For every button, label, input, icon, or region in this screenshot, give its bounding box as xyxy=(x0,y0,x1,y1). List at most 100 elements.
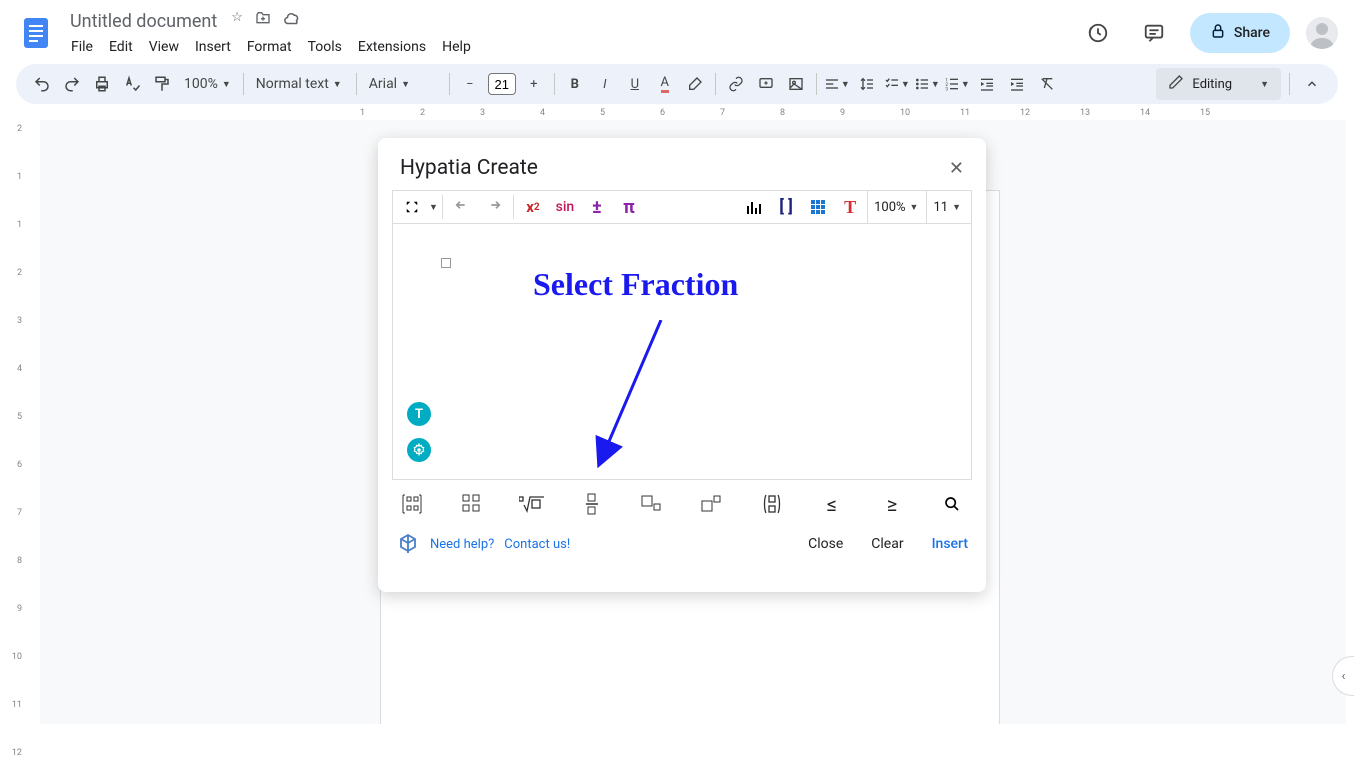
separator xyxy=(554,73,555,95)
add-comment-icon[interactable] xyxy=(752,70,780,98)
text-color-icon[interactable]: A xyxy=(651,70,679,98)
brackets-button[interactable]: [ ] xyxy=(771,193,801,221)
align-icon[interactable]: ▼ xyxy=(823,70,851,98)
help-link[interactable]: Need help? xyxy=(430,537,494,552)
search-icon[interactable] xyxy=(936,492,968,516)
dialog-footer: Need help? Contact us! Close Clear Inser… xyxy=(378,522,986,570)
separator xyxy=(449,73,450,95)
style-dropdown[interactable]: Normal text▼ xyxy=(250,70,350,98)
binomial-button[interactable] xyxy=(756,492,788,516)
font-dropdown[interactable]: Arial▼ xyxy=(363,70,443,98)
print-icon[interactable] xyxy=(88,70,116,98)
menu-edit[interactable]: Edit xyxy=(102,35,140,59)
dialog-zoom-dropdown[interactable]: 100%▼ xyxy=(867,191,924,223)
history-icon[interactable] xyxy=(1078,13,1118,53)
math-palette: ≤ ≥ xyxy=(378,480,986,522)
undo-icon[interactable] xyxy=(28,70,56,98)
separator xyxy=(442,195,443,219)
star-icon[interactable]: ☆ xyxy=(231,10,243,32)
clear-button[interactable]: Clear xyxy=(871,536,903,552)
zoom-dropdown[interactable]: 100%▼ xyxy=(178,70,237,98)
equation-canvas[interactable]: T Select Fraction xyxy=(392,224,972,480)
menu-view[interactable]: View xyxy=(142,35,186,59)
app-header: Untitled document ☆ File Edit View Inser… xyxy=(0,0,1354,60)
dialog-fontsize-dropdown[interactable]: 11▼ xyxy=(926,191,967,223)
line-spacing-icon[interactable] xyxy=(853,70,881,98)
hypatia-dialog: Hypatia Create ✕ ▼ x2 sin ± π [ ] T 100%… xyxy=(378,138,986,592)
fraction-button[interactable] xyxy=(576,492,608,516)
leq-button[interactable]: ≤ xyxy=(816,492,848,516)
collapse-icon[interactable] xyxy=(1298,70,1326,98)
undo-icon[interactable] xyxy=(447,193,477,221)
decrease-font-icon[interactable]: − xyxy=(456,70,484,98)
menu-insert[interactable]: Insert xyxy=(188,35,238,59)
paint-format-icon[interactable] xyxy=(148,70,176,98)
subscript-button[interactable] xyxy=(636,492,668,516)
menu-bar: File Edit View Insert Format Tools Exten… xyxy=(64,35,1078,59)
menu-help[interactable]: Help xyxy=(435,35,478,59)
share-button[interactable]: Share xyxy=(1190,13,1290,53)
hypatia-logo-icon xyxy=(396,532,420,556)
italic-icon[interactable]: I xyxy=(591,70,619,98)
docs-icon[interactable] xyxy=(16,13,56,53)
root-button[interactable] xyxy=(516,492,548,516)
share-label: Share xyxy=(1234,25,1270,41)
decrease-indent-icon[interactable] xyxy=(973,70,1001,98)
comments-icon[interactable] xyxy=(1134,13,1174,53)
superscript-button[interactable]: x2 xyxy=(518,193,548,221)
annotation-text: Select Fraction xyxy=(533,266,738,303)
link-icon[interactable] xyxy=(722,70,750,98)
spellcheck-icon[interactable] xyxy=(118,70,146,98)
redo-icon[interactable] xyxy=(58,70,86,98)
separator xyxy=(715,73,716,95)
dropdown-arrow-icon[interactable]: ▼ xyxy=(429,202,438,213)
separator xyxy=(1289,73,1290,95)
dialog-toolbar: ▼ x2 sin ± π [ ] T 100%▼ 11▼ xyxy=(392,190,972,224)
bar-chart-icon[interactable] xyxy=(739,193,769,221)
plus-minus-button[interactable]: ± xyxy=(582,193,612,221)
contact-link[interactable]: Contact us! xyxy=(504,537,570,552)
underline-icon[interactable]: U xyxy=(621,70,649,98)
toolbar: 100%▼ Normal text▼ Arial▼ − + B I U A ▼ … xyxy=(16,64,1338,104)
increase-font-icon[interactable]: + xyxy=(520,70,548,98)
number-list-icon[interactable]: 123▼ xyxy=(943,70,971,98)
close-icon[interactable]: ✕ xyxy=(949,158,964,179)
highlight-icon[interactable] xyxy=(681,70,709,98)
redo-icon[interactable] xyxy=(479,193,509,221)
text-button[interactable]: T xyxy=(835,193,865,221)
sin-button[interactable]: sin xyxy=(550,193,580,221)
move-icon[interactable] xyxy=(255,10,271,32)
title-area: Untitled document ☆ File Edit View Inser… xyxy=(64,7,1078,59)
geq-button[interactable]: ≥ xyxy=(876,492,908,516)
text-mode-icon[interactable]: T xyxy=(407,402,431,426)
separator xyxy=(513,195,514,219)
pi-button[interactable]: π xyxy=(614,193,644,221)
grid-icon[interactable] xyxy=(803,193,833,221)
menu-format[interactable]: Format xyxy=(240,35,299,59)
menu-tools[interactable]: Tools xyxy=(301,35,349,59)
menu-file[interactable]: File xyxy=(64,35,100,59)
close-button[interactable]: Close xyxy=(808,536,843,552)
editing-mode-button[interactable]: Editing ▼ xyxy=(1156,68,1281,100)
array-button[interactable] xyxy=(456,492,488,516)
document-title[interactable]: Untitled document xyxy=(64,9,223,34)
bullet-list-icon[interactable]: ▼ xyxy=(913,70,941,98)
image-icon[interactable] xyxy=(782,70,810,98)
bold-icon[interactable]: B xyxy=(561,70,589,98)
matrix-bracket-button[interactable] xyxy=(396,492,428,516)
font-size-input[interactable] xyxy=(488,73,516,95)
cloud-icon[interactable] xyxy=(283,10,301,32)
pencil-icon xyxy=(1168,74,1184,94)
dialog-title: Hypatia Create xyxy=(400,156,538,180)
increase-indent-icon[interactable] xyxy=(1003,70,1031,98)
exponent-button[interactable] xyxy=(696,492,728,516)
settings-icon[interactable] xyxy=(407,438,431,462)
clear-format-icon[interactable] xyxy=(1033,70,1061,98)
menu-extensions[interactable]: Extensions xyxy=(351,35,433,59)
checklist-icon[interactable]: ▼ xyxy=(883,70,911,98)
separator xyxy=(816,73,817,95)
annotation-arrow-icon xyxy=(593,320,683,480)
fullscreen-icon[interactable] xyxy=(397,193,427,221)
avatar[interactable] xyxy=(1306,17,1338,49)
insert-button[interactable]: Insert xyxy=(932,536,968,552)
